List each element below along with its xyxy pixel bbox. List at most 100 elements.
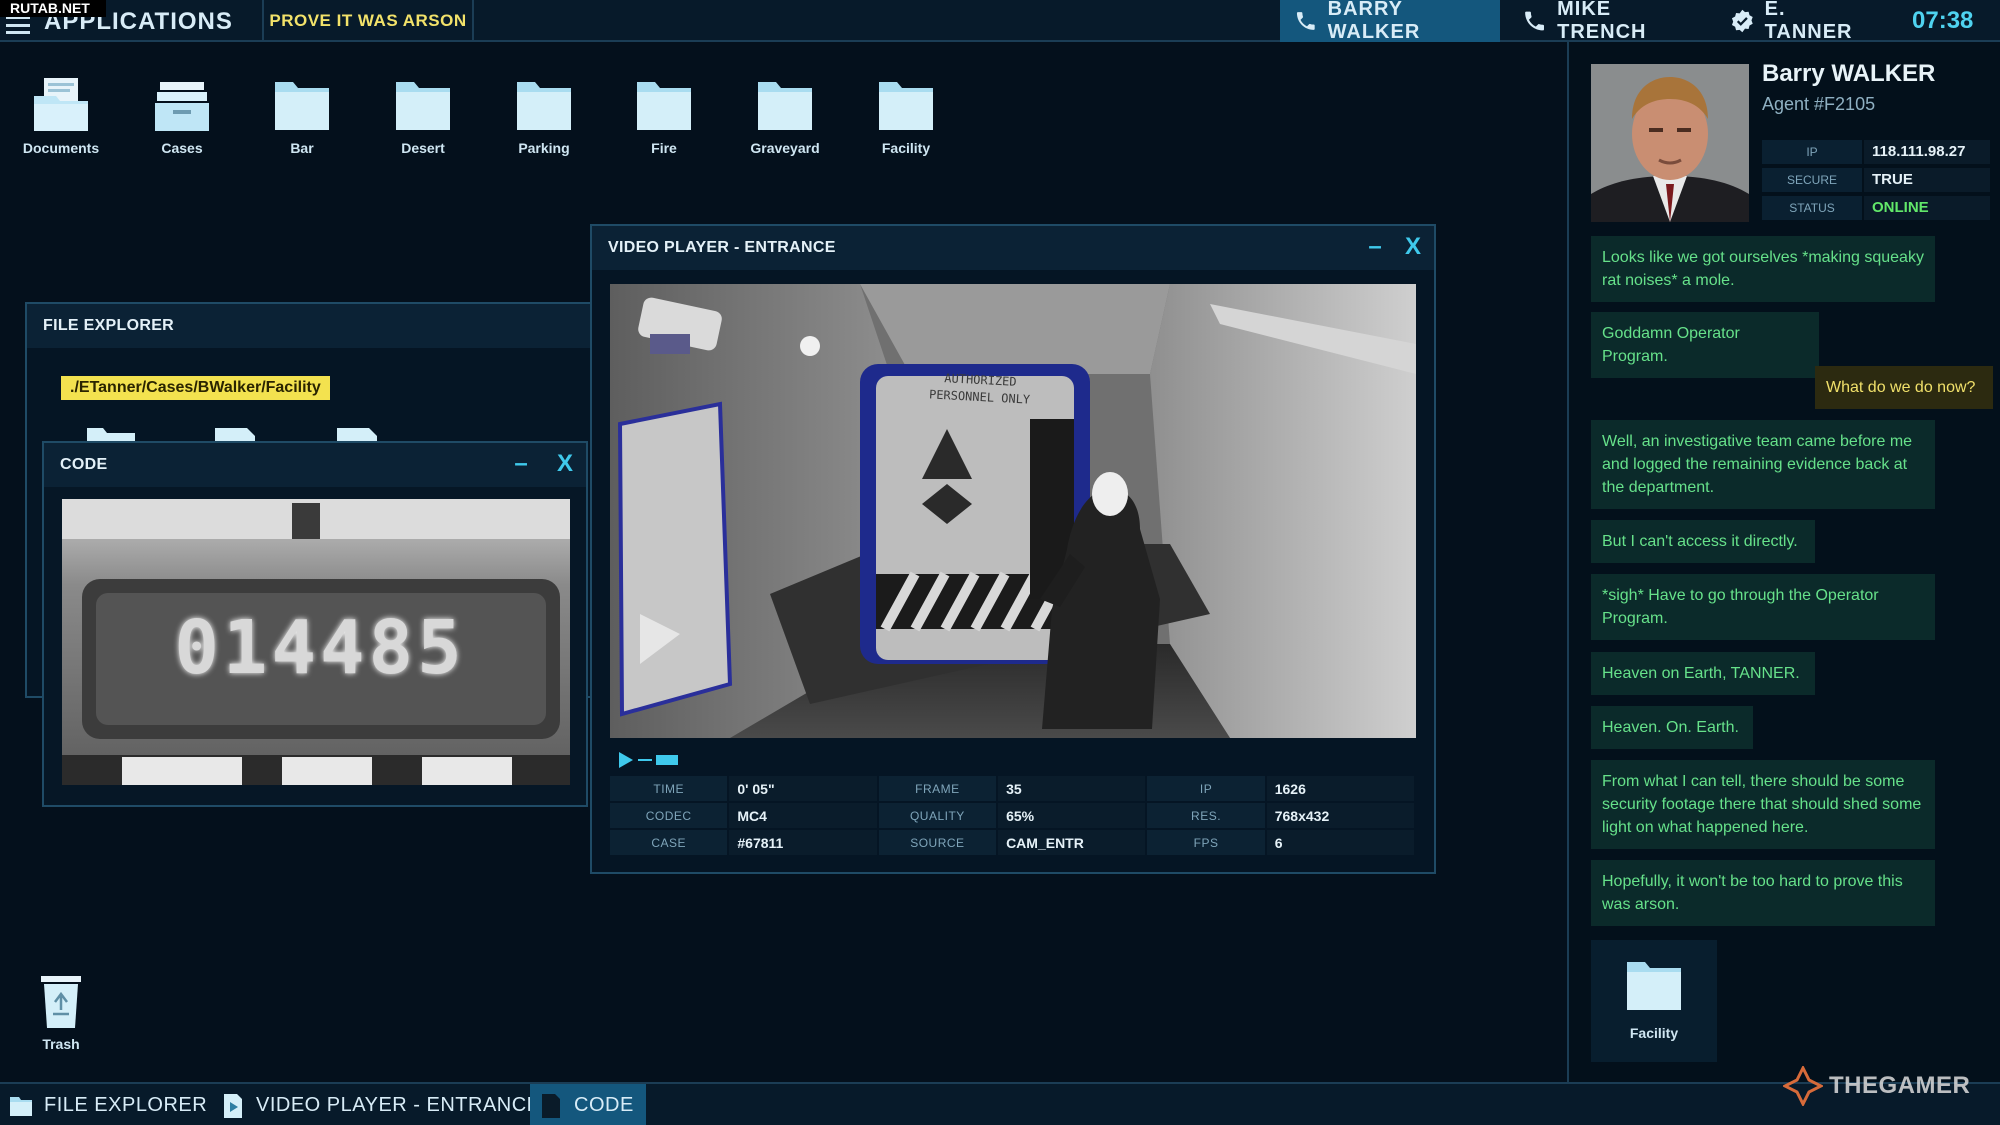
info-value: TRUE	[1864, 168, 1990, 192]
chat-attachment-folder[interactable]: Facility	[1591, 940, 1717, 1062]
folder-icon	[1627, 962, 1681, 1010]
video-metadata-table: TIME 0' 05" FRAME 35 IP 1626 CODEC MC4 Q…	[610, 776, 1416, 857]
chat-message: Well, an investigative team came before …	[1591, 420, 1935, 509]
contact-mike-trench[interactable]: MIKE TRENCH	[1508, 0, 1716, 43]
progress-slider[interactable]	[634, 751, 680, 769]
icon-label: Bar	[290, 140, 314, 156]
hamburger-icon	[6, 16, 30, 34]
brand-text: THEGAMER	[1829, 1072, 1971, 1099]
code-window[interactable]: CODE – X 014485	[42, 441, 588, 807]
window-title: CODE	[44, 443, 586, 487]
agent-avatar	[1591, 64, 1749, 222]
meta-key: FPS	[1147, 830, 1265, 855]
meta-key: TIME	[610, 776, 728, 801]
document-icon[interactable]	[209, 426, 261, 442]
taskbar-code[interactable]: CODE	[530, 1084, 646, 1125]
folder-icon	[879, 82, 933, 130]
meta-key: QUALITY	[878, 803, 997, 828]
icon-label: Graveyard	[750, 140, 820, 156]
icon-label: Facility	[881, 140, 931, 156]
chat-message: Hopefully, it won't be too hard to prove…	[1591, 860, 1935, 926]
meta-value: #67811	[729, 830, 877, 855]
document-icon[interactable]	[331, 426, 383, 442]
close-button[interactable]: X	[550, 449, 580, 479]
chat-message: Heaven on Earth, TANNER.	[1591, 652, 1815, 695]
meta-value: 1626	[1266, 776, 1415, 801]
window-title: FILE EXPLORER	[27, 304, 603, 348]
folder-icon	[275, 82, 329, 130]
desktop-folder-parking[interactable]: Parking	[489, 74, 599, 156]
desktop-folder-desert[interactable]: Desert	[368, 74, 478, 156]
contact-name: MIKE TRENCH	[1557, 0, 1647, 43]
meta-row: CODEC MC4 QUALITY 65% RES. 768x432	[610, 803, 1416, 830]
status-badge: ONLINE	[1864, 196, 1990, 220]
video-file-icon	[224, 1093, 242, 1118]
door-sign: AUTHORIZED PERSONNEL ONLY	[909, 368, 1051, 409]
chat-message: But I can't access it directly.	[1591, 520, 1815, 563]
desktop-icon-documents[interactable]: Documents	[6, 74, 116, 156]
contact-name: BARRY WALKER	[1327, 0, 1421, 43]
code-closeup-image: 014485	[62, 499, 570, 785]
taskbar-label: FILE EXPLORER	[44, 1094, 208, 1116]
desktop-folder-bar[interactable]: Bar	[247, 74, 357, 156]
chat-message: *sigh* Have to go through the Operator P…	[1591, 574, 1935, 640]
icon-label: Fire	[651, 140, 677, 156]
agent-ip-row: IP 118.111.98.27	[1762, 140, 1990, 164]
agent-status-row: STATUS ONLINE	[1762, 196, 1990, 220]
meta-value: 0' 05"	[729, 776, 877, 801]
icon-label: Documents	[22, 140, 100, 156]
desktop-folder-facility[interactable]: Facility	[851, 74, 961, 156]
meta-value: MC4	[729, 803, 877, 828]
desktop-icon-cases[interactable]: Cases	[127, 74, 237, 156]
meta-key: CASE	[610, 830, 728, 855]
agent-name: Barry WALKER	[1762, 60, 1936, 87]
icon-label: Cases	[161, 140, 203, 156]
meta-key: IP	[1147, 776, 1265, 801]
icon-label: Parking	[518, 140, 570, 156]
icon-label: Facility	[1629, 1025, 1679, 1041]
info-key: STATUS	[1762, 196, 1862, 220]
clock: 07:38	[1912, 7, 1974, 34]
desktop-icon-trash[interactable]: Trash	[6, 972, 116, 1052]
folder-icon	[396, 82, 450, 130]
taskbar-file-explorer[interactable]: FILE EXPLORER	[0, 1084, 219, 1125]
contact-e-tanner[interactable]: E. TANNER	[1716, 0, 1888, 43]
contact-name: E. TANNER	[1764, 0, 1853, 43]
phone-icon	[1525, 11, 1544, 31]
meta-value: 768x432	[1266, 803, 1415, 828]
path-breadcrumb[interactable]: ./ETanner/Cases/BWalker/Facility	[61, 376, 330, 400]
brand-logo-icon	[1783, 1066, 1823, 1106]
chat-reply: What do we do now?	[1815, 366, 1993, 409]
meta-value: 6	[1266, 830, 1415, 855]
minimize-button[interactable]: –	[1360, 232, 1390, 262]
meta-key: SOURCE	[878, 830, 997, 855]
folder-icon[interactable]	[85, 426, 137, 442]
close-button[interactable]: X	[1398, 232, 1428, 262]
desktop-folder-fire[interactable]: Fire	[609, 74, 719, 156]
chat-message: Looks like we got ourselves *making sque…	[1591, 236, 1935, 302]
mission-tab[interactable]: PROVE IT WAS ARSON	[262, 0, 474, 42]
verified-badge-icon	[1731, 9, 1753, 33]
desktop-folder-graveyard[interactable]: Graveyard	[730, 74, 840, 156]
meta-value: 35	[998, 776, 1146, 801]
agent-chat-panel: Barry WALKER Agent #F2105 IP 118.111.98.…	[1567, 42, 2000, 1082]
security-footage-frame: AUTHORIZED PERSONNEL ONLY	[610, 284, 1416, 738]
top-bar: APPLICATIONS PROVE IT WAS ARSON BARRY WA…	[0, 0, 2000, 43]
brand-watermark: THEGAMER	[1783, 1066, 1970, 1106]
image-file-icon	[542, 1093, 560, 1118]
meta-key: CODEC	[610, 803, 728, 828]
taskbar-label: CODE	[574, 1094, 634, 1116]
meta-row: CASE #67811 SOURCE CAM_ENTR FPS 6	[610, 830, 1416, 857]
folder-icon	[758, 82, 812, 130]
site-watermark: RUTAB.NET	[0, 0, 106, 17]
meta-value: 65%	[998, 803, 1146, 828]
taskbar-video-player[interactable]: VIDEO PLAYER - ENTRANCE	[212, 1084, 553, 1125]
documents-icon	[34, 78, 88, 131]
minimize-button[interactable]: –	[506, 449, 536, 479]
folder-icon	[517, 82, 571, 130]
taskbar-label: VIDEO PLAYER - ENTRANCE	[256, 1094, 541, 1116]
contact-barry-walker[interactable]: BARRY WALKER	[1280, 0, 1500, 43]
video-player-window[interactable]: VIDEO PLAYER - ENTRANCE – X AUTHORIZED P…	[590, 224, 1436, 874]
play-icon[interactable]	[618, 751, 634, 769]
cases-icon	[155, 82, 209, 131]
